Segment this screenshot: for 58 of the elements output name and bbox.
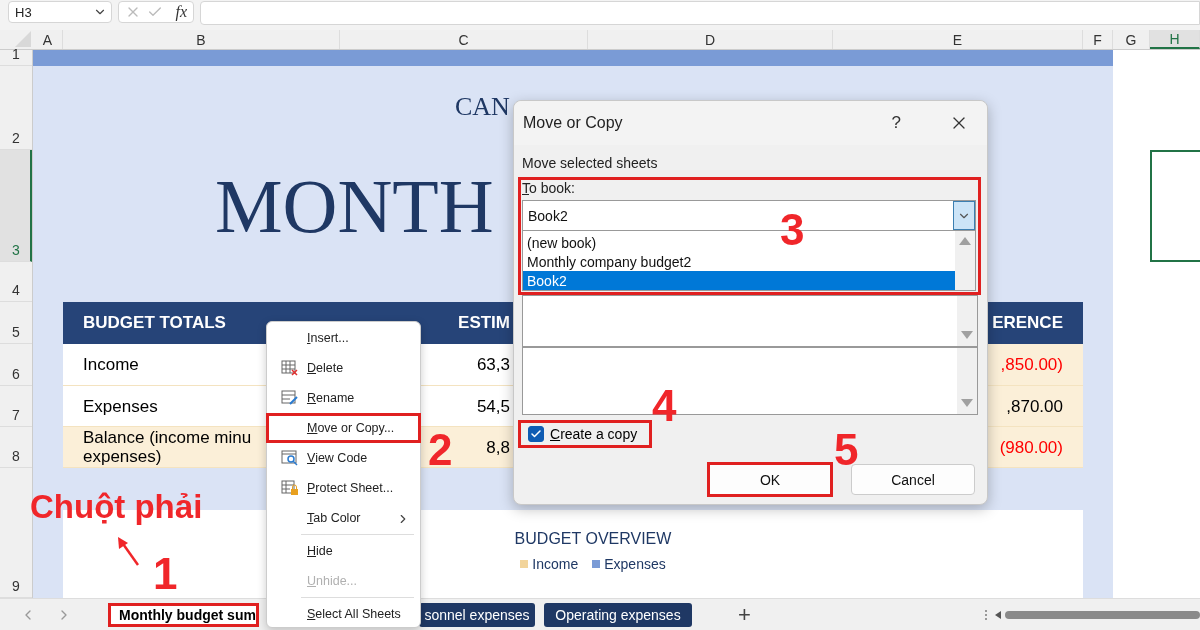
scroll-left-icon[interactable] bbox=[995, 610, 1001, 619]
row-header[interactable]: 5 bbox=[0, 302, 32, 344]
row-header[interactable]: 1 bbox=[0, 50, 32, 66]
horizontal-scrollbar[interactable] bbox=[995, 608, 1200, 621]
sheet-tab[interactable]: sonnel expenses bbox=[419, 602, 535, 627]
selected-cell[interactable] bbox=[1150, 150, 1200, 262]
sheet-tab[interactable]: Operating expenses bbox=[544, 602, 692, 627]
dialog-button[interactable]: Cancel bbox=[851, 464, 975, 495]
column-header[interactable]: F bbox=[1083, 30, 1113, 49]
row-header[interactable]: 4 bbox=[0, 262, 32, 302]
name-box[interactable]: H3 bbox=[8, 1, 112, 23]
menu-item[interactable]: Select All Sheets bbox=[266, 599, 421, 629]
legend-label: Expenses bbox=[604, 556, 666, 572]
menu-item[interactable]: Tab Color bbox=[266, 503, 421, 533]
scroll-down-icon[interactable] bbox=[961, 330, 973, 340]
scroll-up-icon[interactable] bbox=[959, 236, 971, 246]
rename-sheet-icon bbox=[281, 390, 299, 406]
sheet-heading: MONTH bbox=[215, 168, 494, 244]
insert-function-button[interactable]: fx bbox=[175, 3, 187, 21]
view-code-icon bbox=[281, 450, 299, 466]
formula-input[interactable] bbox=[200, 1, 1200, 25]
annotation-label: Chuột phải bbox=[30, 489, 203, 526]
protect-sheet-icon bbox=[281, 480, 299, 496]
checkbox[interactable] bbox=[528, 426, 544, 442]
sheet-list[interactable] bbox=[522, 295, 978, 347]
column-header[interactable]: C bbox=[340, 30, 588, 49]
help-button[interactable]: ? bbox=[881, 113, 911, 133]
column-header[interactable]: E bbox=[833, 30, 1083, 49]
sheet-tab[interactable]: Monthly budget sum bbox=[108, 602, 259, 627]
row-header[interactable]: 3 bbox=[0, 150, 32, 262]
dropdown-button[interactable] bbox=[953, 201, 975, 230]
menu-item[interactable]: Hide bbox=[266, 536, 421, 566]
dropdown-option[interactable]: Monthly company budget2 bbox=[523, 252, 955, 271]
create-copy-checkbox[interactable]: Create a copy bbox=[518, 420, 652, 448]
column-header[interactable]: B bbox=[63, 30, 340, 49]
check-icon bbox=[530, 428, 542, 440]
delete-sheet-icon bbox=[281, 360, 299, 376]
column-header[interactable]: A bbox=[33, 30, 63, 49]
column-header[interactable]: D bbox=[588, 30, 833, 49]
step-number: 4 bbox=[652, 384, 677, 428]
menu-item[interactable]: Move or Copy... bbox=[266, 413, 421, 443]
menu-item[interactable]: Protect Sheet... bbox=[266, 473, 421, 503]
step-number: 1 bbox=[153, 552, 178, 596]
field-label: To book: bbox=[522, 180, 576, 198]
dialog-title: Move or Copy bbox=[523, 114, 624, 132]
step-number: 2 bbox=[428, 428, 453, 472]
add-sheet-button[interactable]: + bbox=[738, 601, 751, 628]
section-label: Move selected sheets bbox=[521, 155, 659, 173]
row-header[interactable]: 8 bbox=[0, 427, 32, 468]
dialog-button[interactable]: OK bbox=[707, 462, 833, 497]
dropdown-option[interactable]: Book2 bbox=[523, 271, 955, 290]
row-header[interactable]: 7 bbox=[0, 386, 32, 427]
company-name: CAN bbox=[455, 92, 510, 121]
legend-label: Income bbox=[532, 556, 579, 572]
chart-title: BUDGET OVERVIEW bbox=[514, 530, 672, 548]
column-header[interactable]: H bbox=[1150, 30, 1200, 49]
scroll-down-icon[interactable] bbox=[961, 398, 973, 408]
row-header[interactable]: 6 bbox=[0, 344, 32, 386]
